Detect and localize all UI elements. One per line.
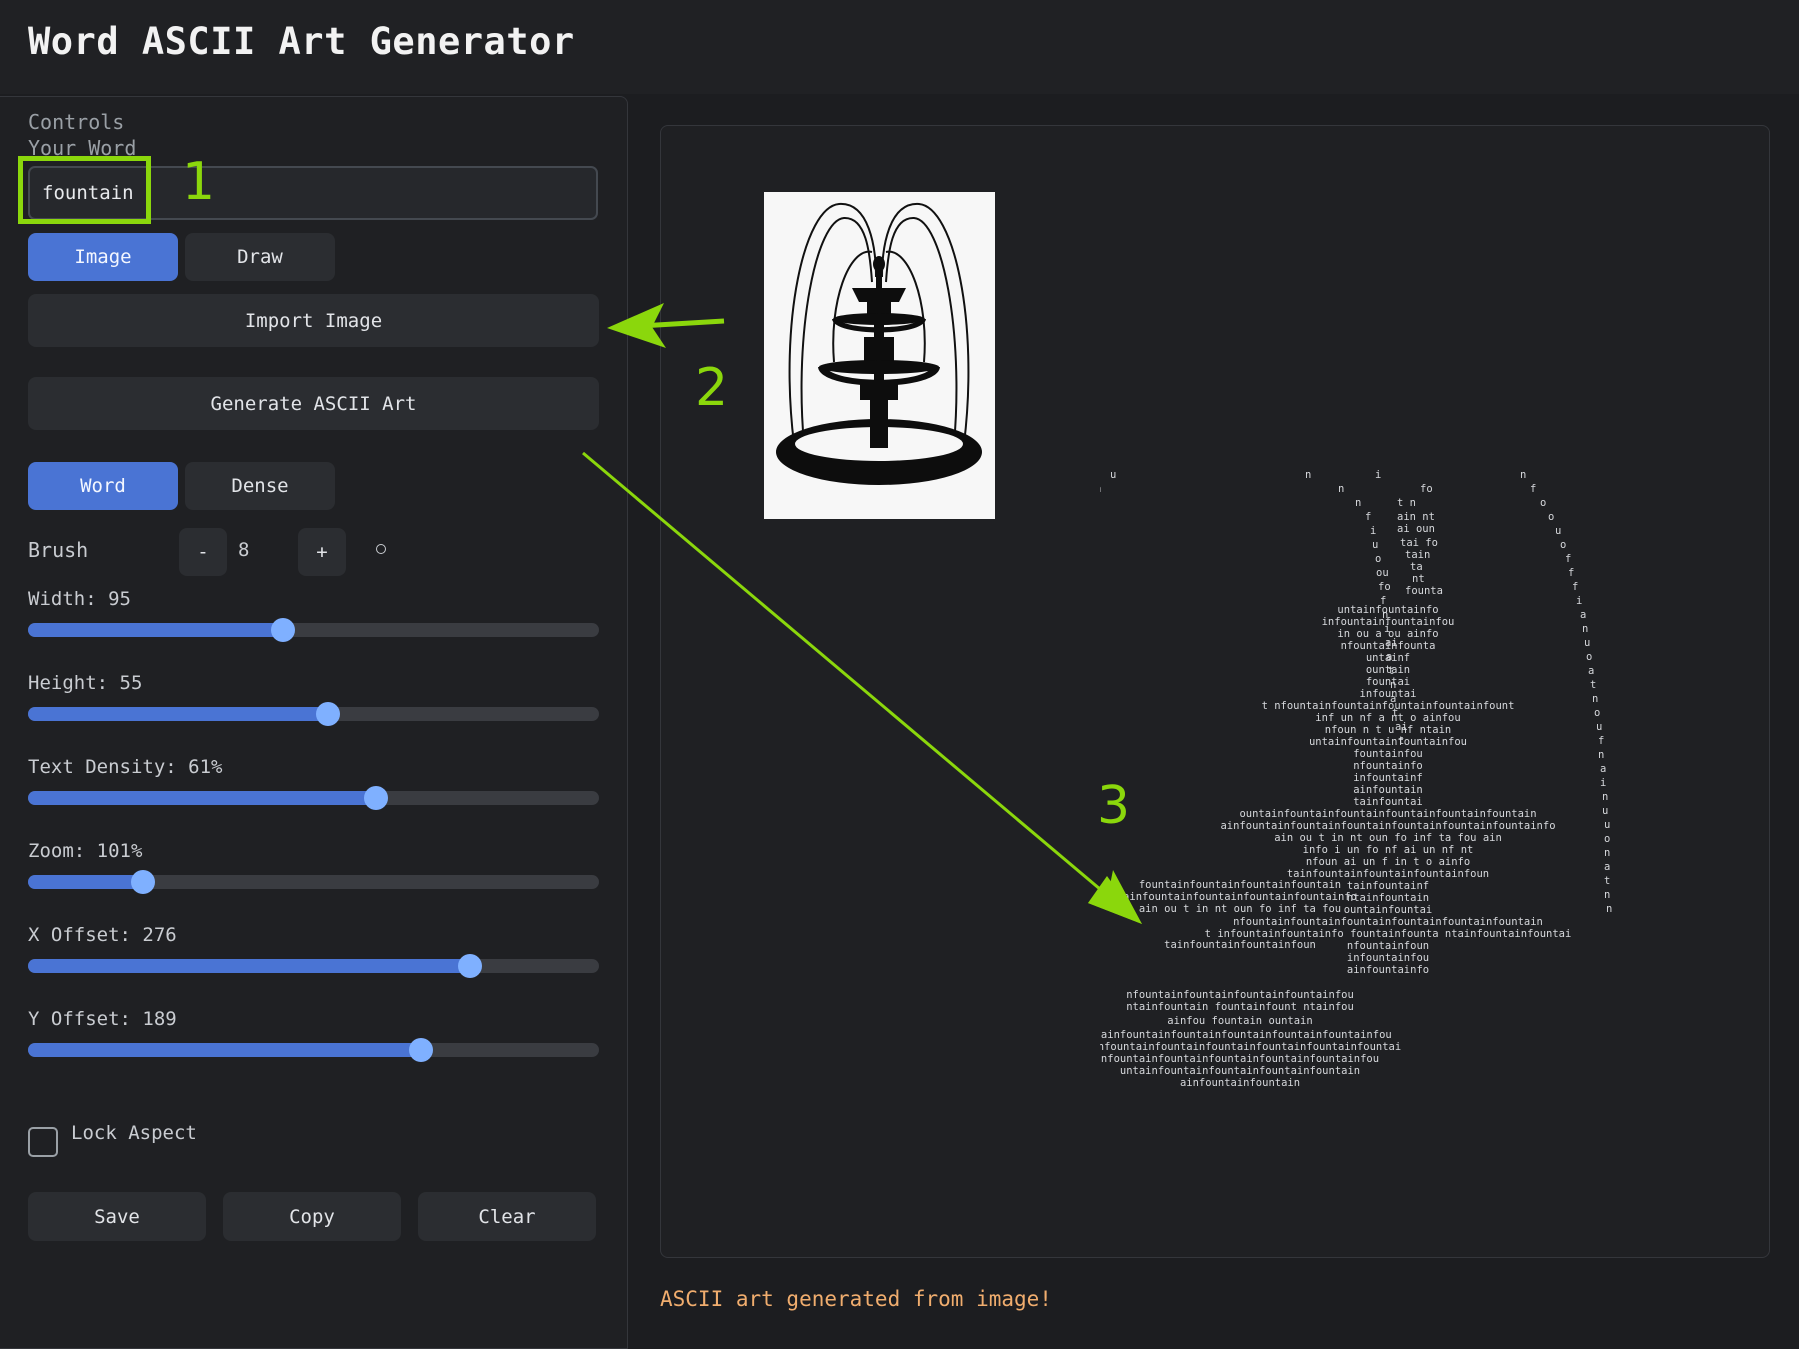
annotation-arrows bbox=[582, 303, 1142, 924]
